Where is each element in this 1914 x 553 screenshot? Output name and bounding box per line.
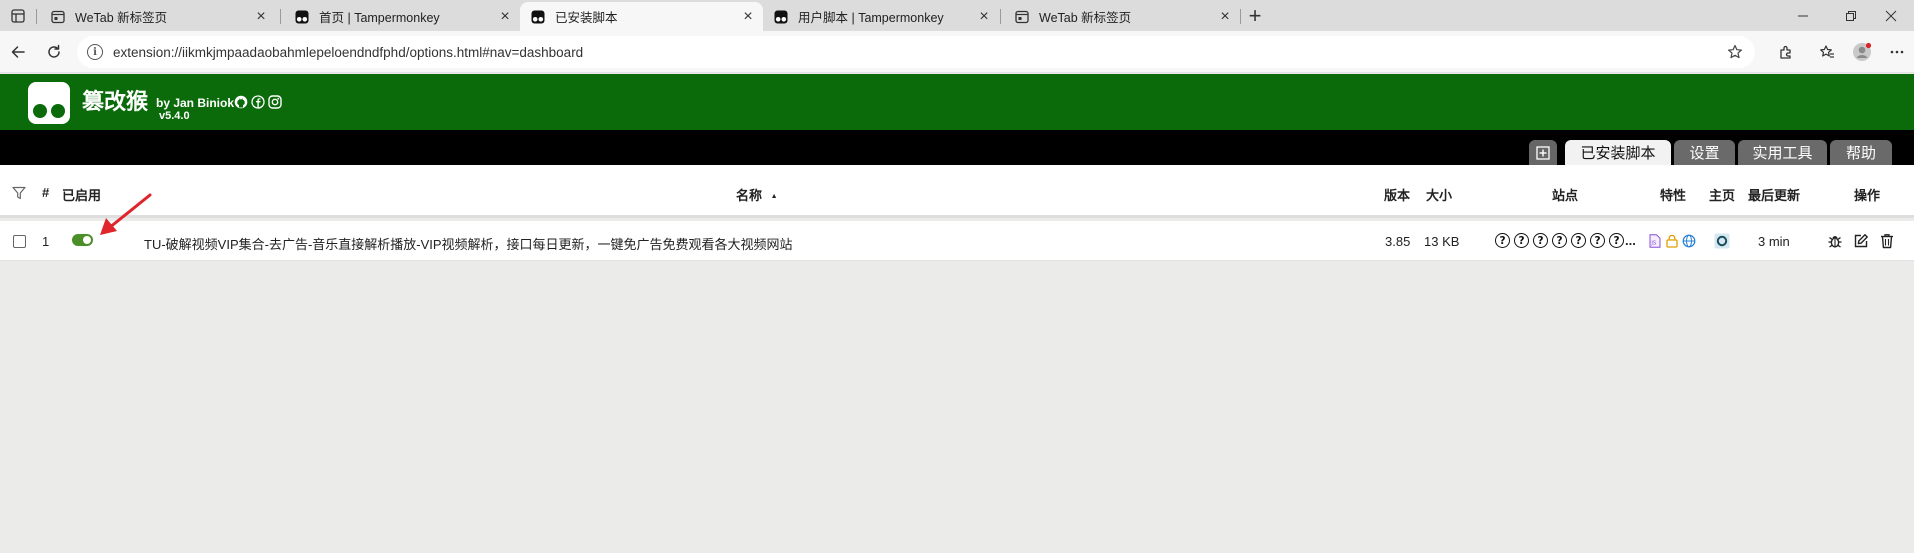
close-tab-icon[interactable]: × xyxy=(975,8,993,26)
close-tab-icon[interactable]: × xyxy=(1216,8,1234,26)
profile-avatar[interactable] xyxy=(1850,40,1874,64)
tab-title: 已安装脚本 xyxy=(555,11,618,25)
header-size[interactable]: 大小 xyxy=(1426,185,1452,204)
close-tab-icon[interactable]: × xyxy=(496,8,514,26)
homepage-icon[interactable] xyxy=(1714,233,1730,249)
wetab-icon xyxy=(50,9,65,24)
version-label: v5.4.0 xyxy=(159,110,190,122)
new-tab-button[interactable]: + xyxy=(1244,3,1266,28)
minimize-button[interactable] xyxy=(1780,4,1826,28)
github-icon[interactable] xyxy=(234,95,248,109)
url-text: extension://iikmkjmpaadaobahmlepeloendnd… xyxy=(113,44,584,60)
app-name: 篡改猴 xyxy=(82,90,149,115)
site-favicon-placeholder-icon[interactable]: ? xyxy=(1609,233,1624,248)
script-size: 13 KB xyxy=(1424,234,1460,249)
tab-title: WeTab 新标签页 xyxy=(1039,11,1132,25)
table-header: # 已启用 名称 ▲ 版本 大小 站点 特性 主页 最后更新 操作 xyxy=(0,165,1914,218)
tab-separator xyxy=(36,9,37,24)
browser-tab[interactable]: WeTab 新标签页 × xyxy=(1004,2,1240,31)
sites-overflow-ellipsis: ... xyxy=(1625,233,1636,248)
site-favicon-placeholder-icon[interactable]: ? xyxy=(1552,233,1567,248)
header-actions: 操作 xyxy=(1854,188,1881,203)
tampermonkey-icon xyxy=(530,9,545,24)
browser-tab-strip: WeTab 新标签页 × 首页 | Tampermonkey × 已安装脚本 ×… xyxy=(0,0,1914,31)
edit-icon[interactable] xyxy=(1852,232,1870,250)
globe-icon xyxy=(1681,233,1697,249)
tab-installed-scripts[interactable]: 已安装脚本 xyxy=(1565,140,1671,165)
browser-tab-active[interactable]: 已安装脚本 × xyxy=(520,2,763,31)
tab-help[interactable]: 帮助 xyxy=(1830,140,1892,165)
annotation-arrow xyxy=(100,193,152,235)
header-sites[interactable]: 站点 xyxy=(1552,185,1578,204)
site-favicon-placeholder-icon[interactable]: ? xyxy=(1514,233,1529,248)
debug-bug-icon[interactable] xyxy=(1826,232,1844,250)
tampermonkey-logo xyxy=(28,82,70,124)
tab-title: 用户脚本 | Tampermonkey xyxy=(798,11,944,25)
site-favicon-placeholder-icon[interactable]: ? xyxy=(1571,233,1586,248)
close-tab-icon[interactable]: × xyxy=(252,8,270,26)
script-version: 3.85 xyxy=(1385,234,1411,249)
author-label: by Jan Biniok xyxy=(156,96,235,110)
more-menu-icon[interactable] xyxy=(1885,40,1909,64)
browser-tab[interactable]: WeTab 新标签页 × xyxy=(40,2,276,31)
close-window-button[interactable] xyxy=(1868,4,1914,28)
tab-actions-icon[interactable] xyxy=(9,7,27,25)
filter-icon[interactable] xyxy=(12,186,26,200)
scripts-table: # 已启用 名称 ▲ 版本 大小 站点 特性 主页 最后更新 操作 1 TU-破… xyxy=(0,165,1914,553)
wetab-icon xyxy=(1014,9,1029,24)
browser-tab[interactable]: 首页 | Tampermonkey × xyxy=(284,2,520,31)
facebook-icon[interactable] xyxy=(251,95,265,109)
header-homepage[interactable]: 主页 xyxy=(1709,185,1735,204)
extensions-icon[interactable] xyxy=(1774,40,1798,64)
browser-toolbar: i extension://iikmkjmpaadaobahmlepeloend… xyxy=(0,31,1914,73)
header-index: # xyxy=(42,185,50,200)
tab-separator xyxy=(1240,9,1241,24)
new-script-button[interactable] xyxy=(1529,140,1557,165)
tab-separator xyxy=(280,9,281,24)
tab-title: WeTab 新标签页 xyxy=(75,11,168,25)
address-bar[interactable]: i extension://iikmkjmpaadaobahmlepeloend… xyxy=(77,36,1755,68)
site-info-icon[interactable]: i xyxy=(87,44,103,60)
script-name-link[interactable]: TU-破解视频VIP集合-去广告-音乐直接解析播放-VIP视频解析，接口每日更新… xyxy=(144,234,793,253)
tab-settings[interactable]: 设置 xyxy=(1674,140,1735,165)
favorites-icon[interactable] xyxy=(1815,40,1839,64)
sort-ascending-icon: ▲ xyxy=(770,193,778,200)
script-file-icon: JS xyxy=(1647,233,1663,249)
delete-trash-icon[interactable] xyxy=(1878,232,1896,250)
site-favicon-placeholder-icon[interactable]: ? xyxy=(1590,233,1605,248)
tab-separator xyxy=(1000,9,1001,24)
header-features[interactable]: 特性 xyxy=(1660,185,1686,204)
tab-title: 首页 | Tampermonkey xyxy=(319,11,440,25)
header-name[interactable]: 名称 ▲ xyxy=(736,185,778,204)
table-row: 1 TU-破解视频VIP集合-去广告-音乐直接解析播放-VIP视频解析，接口每日… xyxy=(0,221,1914,261)
browser-tab[interactable]: 用户脚本 | Tampermonkey × xyxy=(763,2,999,31)
tampermonkey-icon xyxy=(773,9,788,24)
reload-button[interactable] xyxy=(42,40,66,64)
favorite-star-icon[interactable] xyxy=(1723,40,1747,64)
lock-icon xyxy=(1664,233,1680,249)
enable-toggle[interactable] xyxy=(72,234,93,246)
tampermonkey-header: 篡改猴 by Jan Biniok v5.4.0 xyxy=(0,74,1914,130)
header-last-updated[interactable]: 最后更新 xyxy=(1748,185,1800,204)
svg-text:JS: JS xyxy=(1650,241,1656,247)
tampermonkey-nav-bar: 已安装脚本 设置 实用工具 帮助 xyxy=(0,130,1914,165)
tampermonkey-icon xyxy=(294,9,309,24)
header-version[interactable]: 版本 xyxy=(1384,185,1410,204)
instagram-icon[interactable] xyxy=(268,95,282,109)
back-button[interactable] xyxy=(6,40,30,64)
header-name-label: 名称 xyxy=(736,188,763,203)
site-favicon-placeholder-icon[interactable]: ? xyxy=(1533,233,1548,248)
last-updated: 3 min xyxy=(1758,234,1790,249)
row-index: 1 xyxy=(42,234,50,249)
tab-utilities[interactable]: 实用工具 xyxy=(1738,140,1827,165)
site-favicon-placeholder-icon[interactable]: ? xyxy=(1495,233,1510,248)
row-select-checkbox[interactable] xyxy=(13,235,26,248)
close-tab-icon[interactable]: × xyxy=(739,8,757,26)
